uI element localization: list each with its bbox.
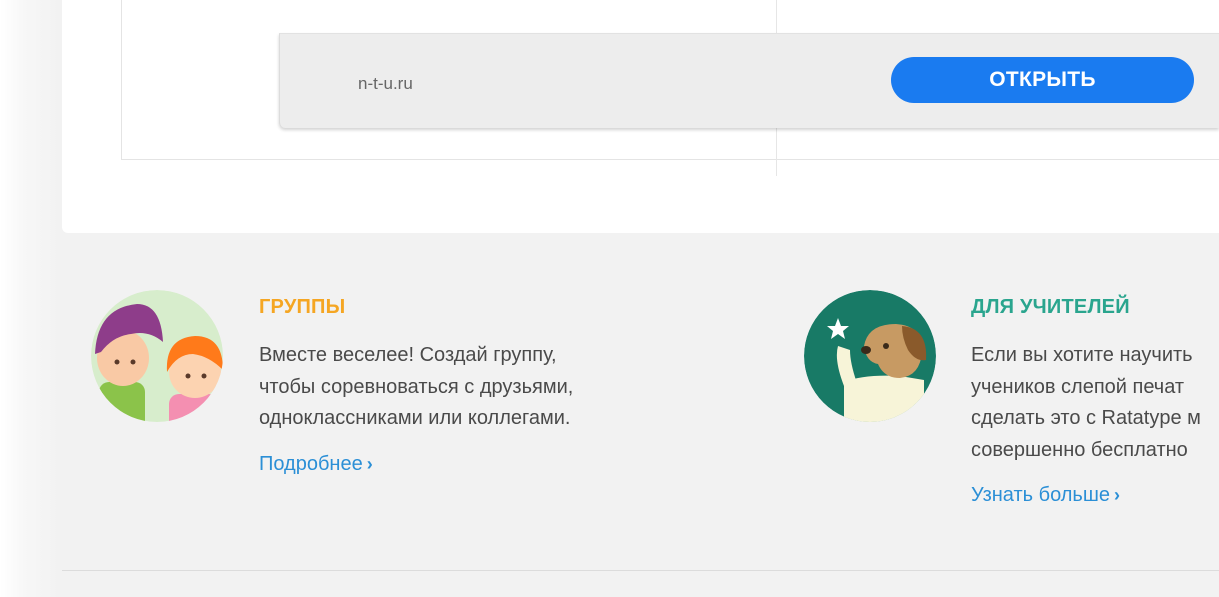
groups-more-label: Подробнее (259, 453, 363, 475)
teachers-description-line: Если вы хотите научить (971, 344, 1193, 366)
teachers-description-line: совершенно бесплатно (971, 438, 1188, 461)
groups-title: ГРУППЫ (259, 296, 346, 318)
site-result-row: n-t-u.ru ОТКРЫТЬ (279, 33, 1219, 128)
open-button[interactable]: ОТКРЫТЬ (891, 57, 1194, 103)
kids-illustration-icon (91, 290, 223, 422)
chevron-right-icon: › (1114, 485, 1121, 505)
chevron-right-icon: › (366, 454, 373, 474)
groups-description: Вместе веселее! Создай группу, чтобы сор… (259, 340, 573, 435)
teachers-description: Если вы хотите научить учеников слепой п… (971, 340, 1219, 466)
teachers-description-line: сделать это с Ratatype м (971, 407, 1201, 429)
page-edge-shadow (0, 0, 60, 597)
groups-description-line: одноклассниками или коллегами. (259, 407, 571, 429)
dog-teacher-illustration-icon (804, 290, 936, 422)
groups-description-line: чтобы соревноваться с друзьями, (259, 375, 574, 398)
teachers-more-label: Узнать больше (971, 484, 1111, 506)
section-divider (62, 570, 1219, 571)
teachers-more-link[interactable]: Узнать больше › (971, 484, 1120, 507)
teachers-title: ДЛЯ УЧИТЕЛЕЙ (971, 296, 1130, 318)
groups-description-line: Вместе веселее! Создай группу, (259, 344, 557, 366)
teachers-description-line: учеников слепой печат (971, 375, 1185, 398)
site-url: n-t-u.ru (358, 74, 413, 93)
groups-more-link[interactable]: Подробнее › (259, 453, 373, 476)
